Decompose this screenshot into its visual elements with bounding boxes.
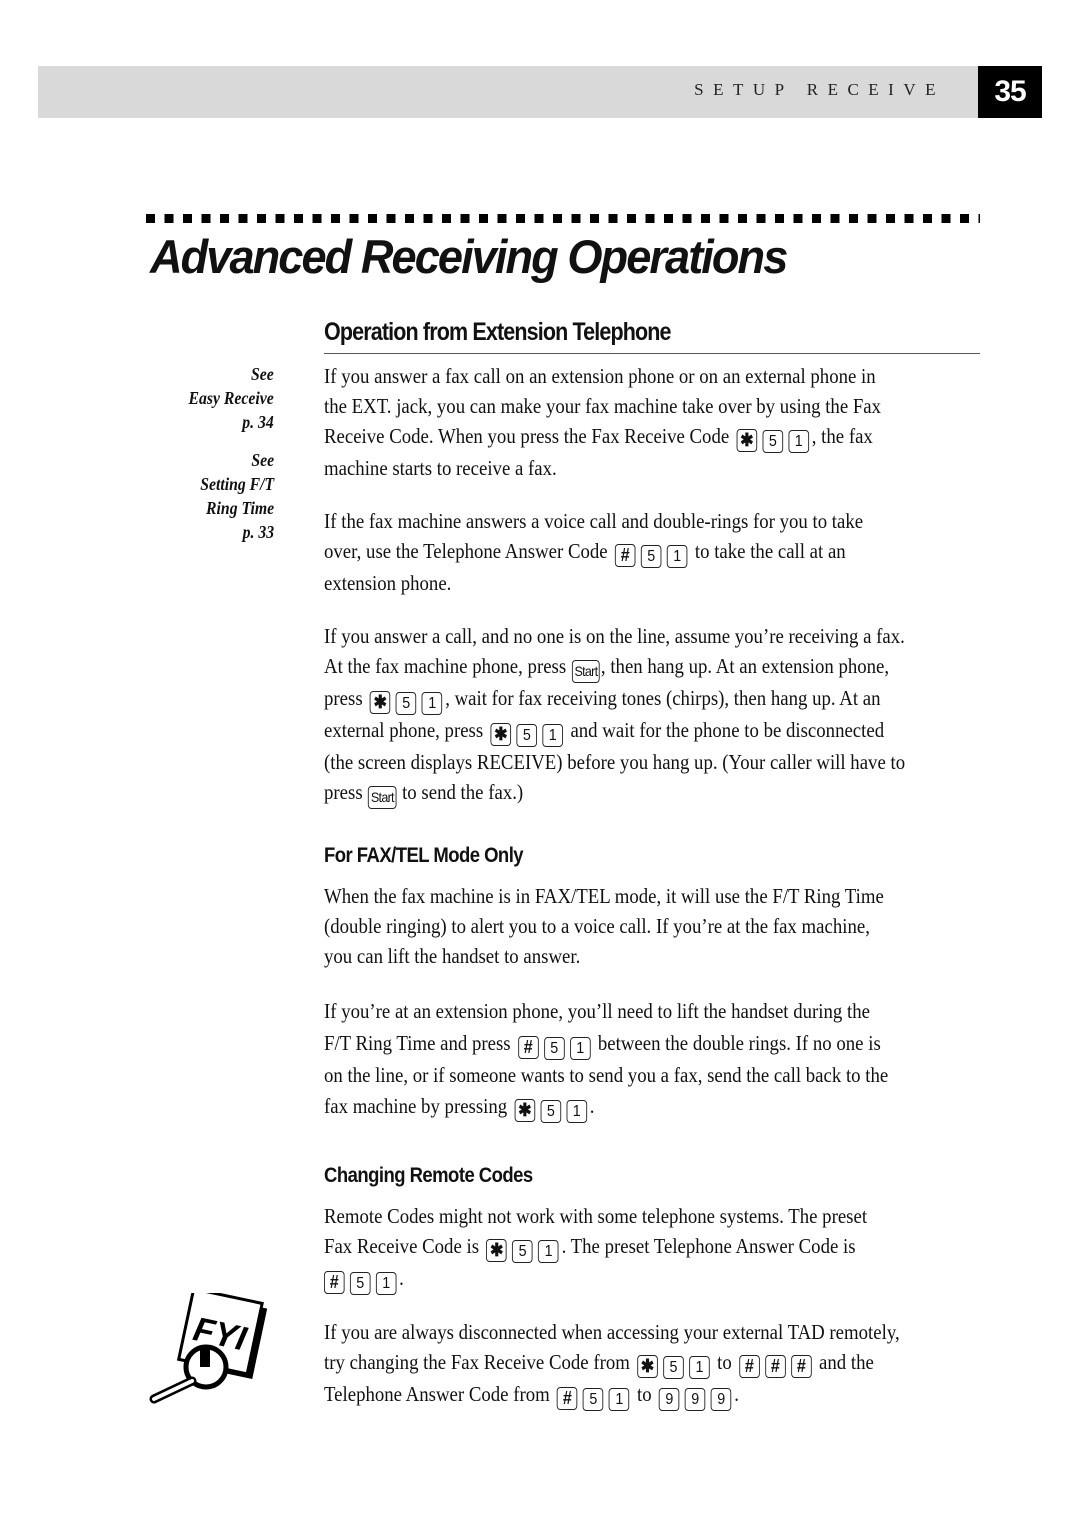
sidenote-ft-ring-time[interactable]: See Setting F/T Ring Time p. 33 [200,448,274,544]
key-1-icon: 1 [538,1240,559,1264]
hash-key-icon: # [517,1035,539,1059]
key-1-icon: 1 [609,1388,630,1412]
key-5-icon: 5 [395,692,417,716]
hash-key-icon: # [557,1387,578,1411]
section-title: Operation from Extension Telephone [324,318,672,346]
hash-key-icon: # [765,1355,786,1379]
start-key-icon: Start [368,786,397,810]
paragraph-extension-phone-ft: If you’re at an extension phone, you’ll … [324,996,933,1123]
key-1-icon: 1 [689,1356,710,1380]
chapter-dotted-rule [146,214,980,223]
key-5-icon: 5 [663,1356,684,1380]
star-key-icon: ✱ [514,1099,536,1122]
key-9-icon: 9 [659,1388,680,1412]
key-1-icon: 1 [569,1036,591,1060]
chapter-title: Advanced Receiving Operations [150,230,788,283]
section-rule [324,353,980,354]
hash-key-icon: # [791,1355,812,1379]
hash-key-icon: # [739,1355,760,1379]
key-1-icon: 1 [788,430,810,454]
star-key-icon: ✱ [370,691,391,715]
hash-key-icon: # [615,544,636,568]
paragraph-fax-tel-mode: When the fax machine is in FAX/TEL mode,… [324,884,884,969]
key-5-icon: 5 [349,1272,371,1296]
sidenote-easy-receive[interactable]: See Easy Receive p. 34 [189,362,274,434]
key-9-icon: 9 [684,1388,706,1412]
key-1-icon: 1 [375,1272,397,1296]
key-5-icon: 5 [516,724,538,748]
key-5-icon: 5 [640,545,662,569]
key-5-icon: 5 [543,1036,565,1060]
subheading-changing-remote-codes: Changing Remote Codes [324,1164,533,1187]
paragraph-fyi-tad: If you are always disconnected when acce… [324,1317,933,1412]
paragraph-remote-codes: Remote Codes might not work with some te… [324,1201,933,1296]
subheading-fax-tel-mode: For FAX/TEL Mode Only [324,844,524,867]
star-key-icon: ✱ [486,1239,507,1263]
hash-key-icon: # [324,1271,345,1295]
star-key-icon: ✱ [490,723,512,747]
header-section-label: SETUP RECEIVE [694,80,945,99]
fyi-magnifier-icon: FYI [149,1293,268,1404]
key-5-icon: 5 [540,1100,562,1123]
start-key-icon: Start [571,660,601,684]
key-1-icon: 1 [421,692,443,716]
key-5-icon: 5 [762,430,784,454]
paragraph-no-one-on-line: If you answer a call, and no one is on t… [324,621,933,810]
key-1-icon: 1 [542,724,564,748]
paragraph-fax-receive-code: If you answer a fax call on an extension… [324,364,882,481]
star-key-icon: ✱ [637,1355,658,1379]
key-1-icon: 1 [666,545,688,569]
paragraph-telephone-answer-code: If the fax machine answers a voice call … [324,509,864,596]
key-5-icon: 5 [512,1240,533,1264]
star-key-icon: ✱ [736,429,758,453]
key-9-icon: 9 [710,1388,732,1412]
page-number: 35 [978,66,1042,118]
key-5-icon: 5 [583,1388,604,1412]
key-1-icon: 1 [566,1100,588,1123]
